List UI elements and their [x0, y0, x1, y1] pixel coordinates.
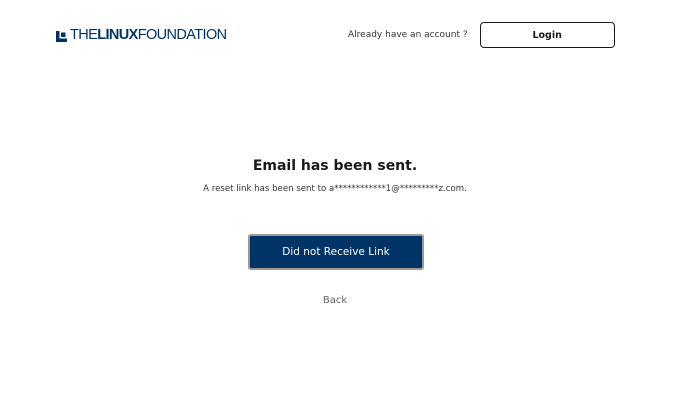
header-account-area: Already have an account ? Login	[348, 22, 615, 48]
linux-foundation-logo[interactable]: THE LINUX FOUNDATION	[56, 27, 227, 43]
back-link[interactable]: Back	[0, 295, 670, 306]
did-not-receive-link-button[interactable]: Did not Receive Link	[248, 234, 424, 270]
page-title: Email has been sent.	[252, 158, 418, 174]
account-prompt-text: Already have an account ?	[348, 30, 468, 40]
logo-word-linux: LINUX	[97, 27, 138, 43]
reset-link-message: A reset link has been sent to a*********…	[203, 184, 467, 194]
logo-word-the: THE	[70, 27, 98, 43]
page: THE LINUX FOUNDATION Already have an acc…	[0, 0, 682, 406]
linux-foundation-logo-icon	[56, 30, 67, 42]
logo-word-foundation: FOUNDATION	[137, 27, 227, 43]
login-button[interactable]: Login	[479, 22, 615, 48]
